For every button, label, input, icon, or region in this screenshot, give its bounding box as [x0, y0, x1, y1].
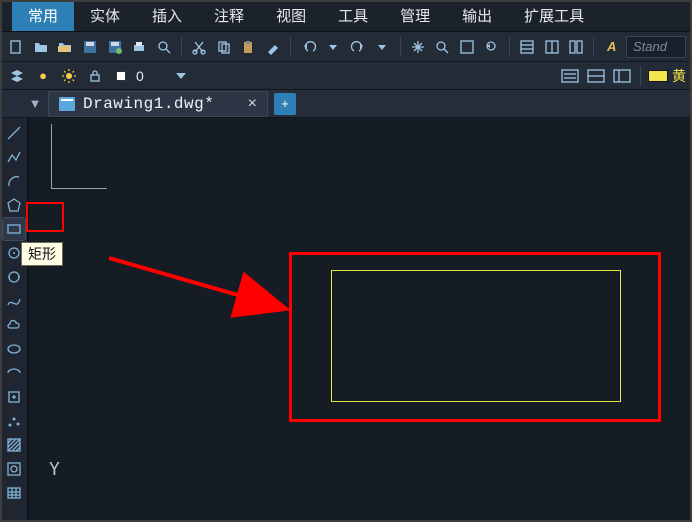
pan-button[interactable]: [407, 36, 428, 58]
separator: [509, 37, 510, 57]
open-button[interactable]: [31, 36, 52, 58]
toolbar-row-1: A Stand: [0, 32, 692, 62]
match-prop-button[interactable]: [263, 36, 284, 58]
ribbon-tab-output[interactable]: 输出: [446, 0, 508, 31]
crosshair-v: [51, 124, 52, 188]
undo-dropdown[interactable]: [323, 36, 344, 58]
ellipse-tool[interactable]: [3, 338, 25, 360]
layer-lock-icon[interactable]: [84, 65, 106, 87]
layer-lightbulb-icon[interactable]: ●: [32, 65, 54, 87]
document-tab-bar: ▼ Drawing1.dwg* × +: [0, 90, 692, 118]
polyline-tool[interactable]: [3, 146, 25, 168]
crosshair-h: [51, 188, 107, 189]
new-file-button[interactable]: [6, 36, 27, 58]
line-tool[interactable]: [3, 122, 25, 144]
separator: [640, 66, 641, 86]
ribbon-tab-view[interactable]: 视图: [260, 0, 322, 31]
layer-color-icon[interactable]: [110, 65, 132, 87]
toolbar-row-2: ● 0 黄: [0, 62, 692, 90]
block-insert-tool[interactable]: [3, 386, 25, 408]
zoom-extents-button[interactable]: [457, 36, 478, 58]
table-tool[interactable]: [3, 482, 25, 504]
zoom-prev-button[interactable]: [481, 36, 502, 58]
ribbon-tab-tools[interactable]: 工具: [322, 0, 384, 31]
polygon-tool[interactable]: [3, 194, 25, 216]
redo-dropdown[interactable]: [372, 36, 393, 58]
color-label: 黄: [672, 66, 686, 86]
cut-button[interactable]: [189, 36, 210, 58]
text-style-input[interactable]: Stand: [626, 36, 686, 58]
save-as-button[interactable]: [104, 36, 125, 58]
ribbon-tab-ext[interactable]: 扩展工具: [508, 0, 600, 31]
text-style-button[interactable]: A: [601, 36, 622, 58]
arc-tool[interactable]: [3, 170, 25, 192]
point-tool[interactable]: [3, 410, 25, 432]
layer-manager-button[interactable]: [6, 65, 28, 87]
layer-name-label[interactable]: 0: [136, 68, 166, 84]
ribbon-tab-insert[interactable]: 插入: [136, 0, 198, 31]
layer-sun-icon[interactable]: [58, 65, 80, 87]
color-dropdown[interactable]: 黄: [648, 66, 686, 86]
rectangle-tool[interactable]: [3, 218, 25, 240]
annotation-tool-highlight: [26, 202, 64, 232]
close-document-button[interactable]: ×: [248, 95, 257, 113]
document-tab[interactable]: Drawing1.dwg* ×: [48, 91, 268, 117]
document-title: Drawing1.dwg*: [83, 95, 214, 113]
region-tool[interactable]: [3, 458, 25, 480]
tool-palettes-button[interactable]: [566, 36, 587, 58]
circle-2pt-tool[interactable]: [3, 266, 25, 288]
linetype-button-3[interactable]: [611, 65, 633, 87]
paste-button[interactable]: [238, 36, 259, 58]
ribbon-tab-home[interactable]: 常用: [12, 0, 74, 31]
workspace: 矩形 Y: [0, 118, 692, 522]
draw-toolbar: [0, 118, 28, 522]
revcloud-tool[interactable]: [3, 314, 25, 336]
doc-tab-menu-arrow[interactable]: ▼: [28, 97, 42, 111]
separator: [290, 37, 291, 57]
new-document-button[interactable]: +: [274, 93, 296, 115]
design-center-button[interactable]: [541, 36, 562, 58]
zoom-window-button[interactable]: [432, 36, 453, 58]
rectangle-tooltip: 矩形: [21, 242, 63, 266]
ribbon-tabs: 常用 实体 插入 注释 视图 工具 管理 输出 扩展工具: [0, 0, 692, 32]
color-swatch-icon: [648, 70, 668, 82]
ribbon-tab-entity[interactable]: 实体: [74, 0, 136, 31]
linetype-button-2[interactable]: [585, 65, 607, 87]
print-button[interactable]: [129, 36, 150, 58]
spline-tool[interactable]: [3, 290, 25, 312]
hatch-tool[interactable]: [3, 434, 25, 456]
document-icon: [59, 97, 75, 111]
separator: [593, 37, 594, 57]
undo-button[interactable]: [298, 36, 319, 58]
ribbon-tab-annotate[interactable]: 注释: [198, 0, 260, 31]
ellipse-arc-tool[interactable]: [3, 362, 25, 384]
linetype-button-1[interactable]: [559, 65, 581, 87]
layer-dropdown-arrow[interactable]: [170, 65, 192, 87]
copy-button[interactable]: [214, 36, 235, 58]
drawing-canvas[interactable]: 矩形 Y: [28, 118, 692, 522]
separator: [400, 37, 401, 57]
redo-button[interactable]: [347, 36, 368, 58]
drawn-rectangle: [331, 270, 621, 402]
annotation-arrow-icon: [105, 250, 305, 330]
ribbon-tab-manage[interactable]: 管理: [384, 0, 446, 31]
separator: [181, 37, 182, 57]
save-button[interactable]: [80, 36, 101, 58]
ucs-y-label: Y: [49, 459, 60, 480]
properties-button[interactable]: [517, 36, 538, 58]
print-preview-button[interactable]: [153, 36, 174, 58]
open-folder-button[interactable]: [55, 36, 76, 58]
